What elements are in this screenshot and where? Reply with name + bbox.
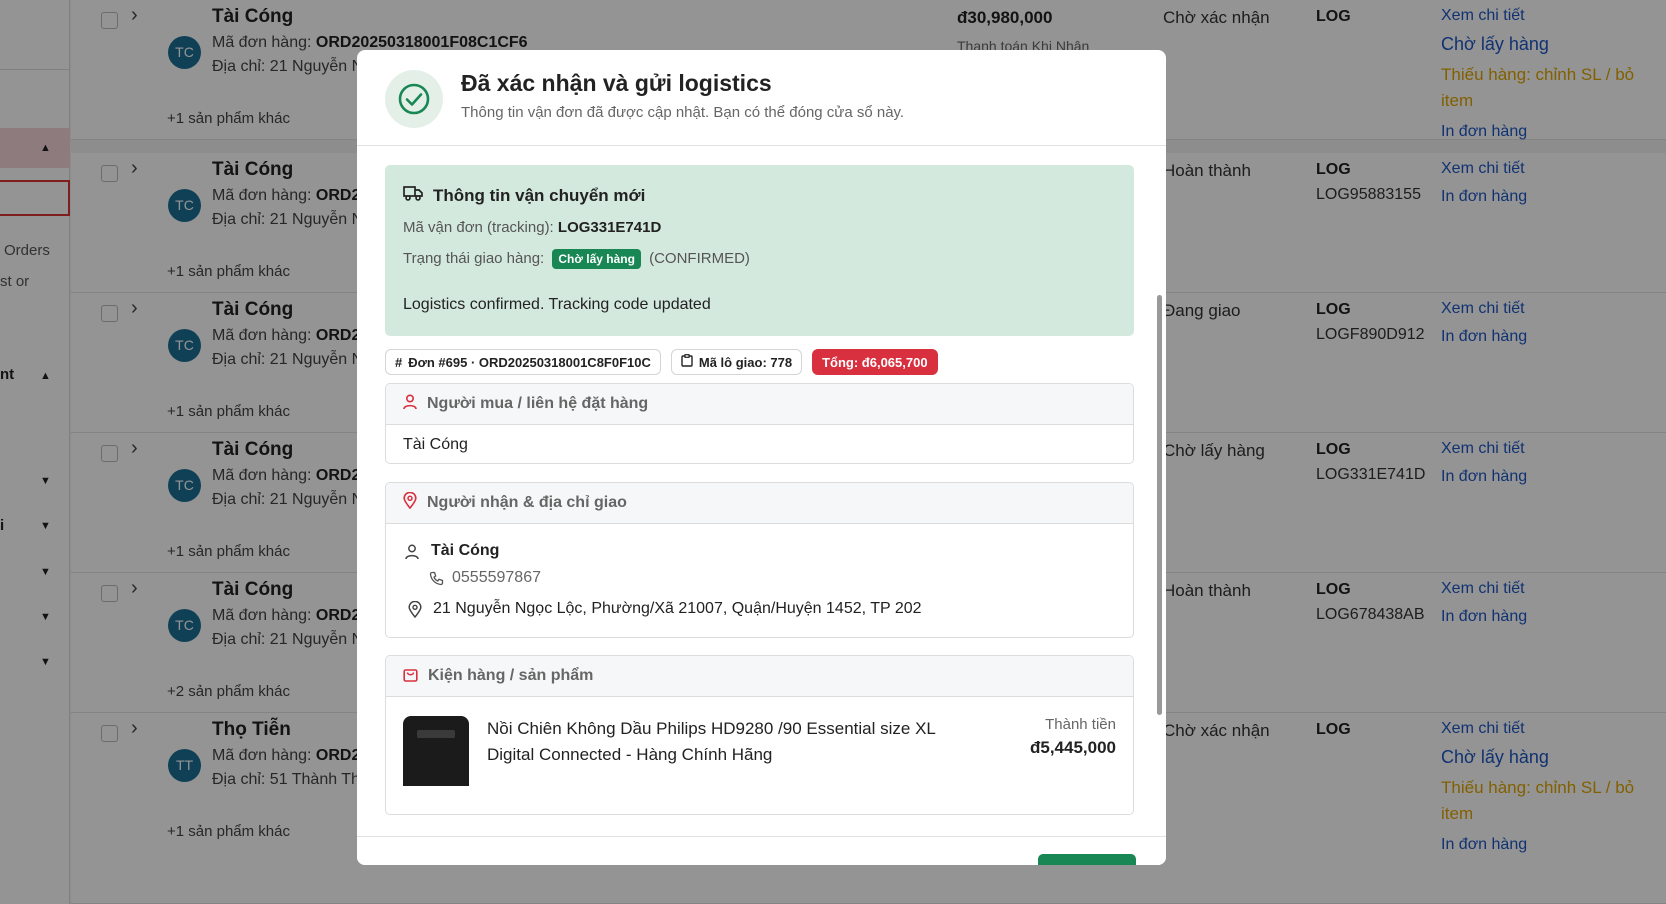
hash-icon: # <box>395 354 403 370</box>
delivery-status-code: (CONFIRMED) <box>649 250 750 267</box>
recipient-phone: 0555597867 <box>452 569 541 586</box>
recipient-card-header: Người nhận & địa chỉ giao <box>386 483 1133 524</box>
buyer-card: Người mua / liên hệ đặt hàng Tài Cóng <box>385 383 1134 464</box>
delivery-status-line: Trạng thái giao hàng: Chờ lấy hàng (CONF… <box>403 249 750 269</box>
person-icon <box>405 544 419 565</box>
dialog-header: Đã xác nhận và gửi logistics Thông tin v… <box>357 50 1166 146</box>
package-card-title: Kiện hàng / sản phẩm <box>428 667 594 684</box>
buyer-card-header: Người mua / liên hệ đặt hàng <box>386 384 1133 425</box>
status-badge: Chờ lấy hàng <box>552 249 641 269</box>
shipping-note: Logistics confirmed. Tracking code updat… <box>403 296 711 313</box>
product-amount: đ5,445,000 <box>1029 738 1116 757</box>
shipping-info-heading: Thông tin vận chuyển mới <box>403 185 645 206</box>
product-image <box>403 716 469 786</box>
location-pin-icon <box>408 600 422 623</box>
location-pin-icon <box>403 491 417 514</box>
recipient-name: Tài Cóng <box>431 542 500 559</box>
recipient-card-title: Người nhận & địa chỉ giao <box>427 494 627 511</box>
shipping-info-title: Thông tin vận chuyển mới <box>433 185 646 205</box>
amount-label: Thành tiền <box>1045 716 1116 733</box>
delivery-status-label: Trạng thái giao hàng: <box>403 250 545 267</box>
person-icon <box>403 393 417 415</box>
order-number-text: Đơn #695 · ORD20250318001C8F0F10C <box>408 354 651 370</box>
shipping-info-panel: Thông tin vận chuyển mới Mã vận đơn (tra… <box>385 165 1134 336</box>
scrollbar[interactable] <box>1157 295 1162 715</box>
clipboard-icon <box>681 354 693 370</box>
dialog-footer: Đóng <box>357 836 1166 865</box>
total-badge: Tổng: đ6,065,700 <box>812 349 938 375</box>
buyer-name: Tài Cóng <box>403 436 468 453</box>
dialog-body[interactable]: Thông tin vận chuyển mới Mã vận đơn (tra… <box>357 147 1166 836</box>
recipient-address: 21 Nguyễn Ngọc Lộc, Phường/Xã 21007, Quậ… <box>433 600 922 617</box>
check-circle-icon <box>385 70 443 128</box>
dialog-title: Đã xác nhận và gửi logistics <box>461 70 772 96</box>
truck-icon <box>403 185 423 206</box>
buyer-card-title: Người mua / liên hệ đặt hàng <box>427 395 649 412</box>
package-card: Kiện hàng / sản phẩm Nồi Chiên Không Dầu… <box>385 655 1134 815</box>
shopping-bag-icon <box>403 666 418 687</box>
batch-text: Mã lô giao: 778 <box>698 354 793 370</box>
logistics-confirm-dialog: Đã xác nhận và gửi logistics Thông tin v… <box>357 50 1166 865</box>
phone-icon <box>429 571 444 591</box>
batch-badge: Mã lô giao: 778 <box>670 349 803 375</box>
tracking-code: LOG331E741D <box>557 219 662 236</box>
package-card-header: Kiện hàng / sản phẩm <box>386 656 1133 697</box>
product-name: Nồi Chiên Không Dầu Philips HD9280 /90 E… <box>487 719 936 764</box>
tracking-label: Mã vận đơn (tracking): <box>403 219 558 236</box>
tracking-line: Mã vận đơn (tracking): LOG331E741D <box>403 219 661 236</box>
order-number-badge: # Đơn #695 · ORD20250318001C8F0F10C <box>385 349 661 375</box>
close-button[interactable]: Đóng <box>1038 854 1136 865</box>
order-badges: # Đơn #695 · ORD20250318001C8F0F10C Mã l… <box>385 349 938 375</box>
dialog-subtitle: Thông tin vận đơn đã được cập nhật. Bạn … <box>461 104 905 121</box>
recipient-card: Người nhận & địa chỉ giao Tài Cóng 05555… <box>385 482 1134 638</box>
